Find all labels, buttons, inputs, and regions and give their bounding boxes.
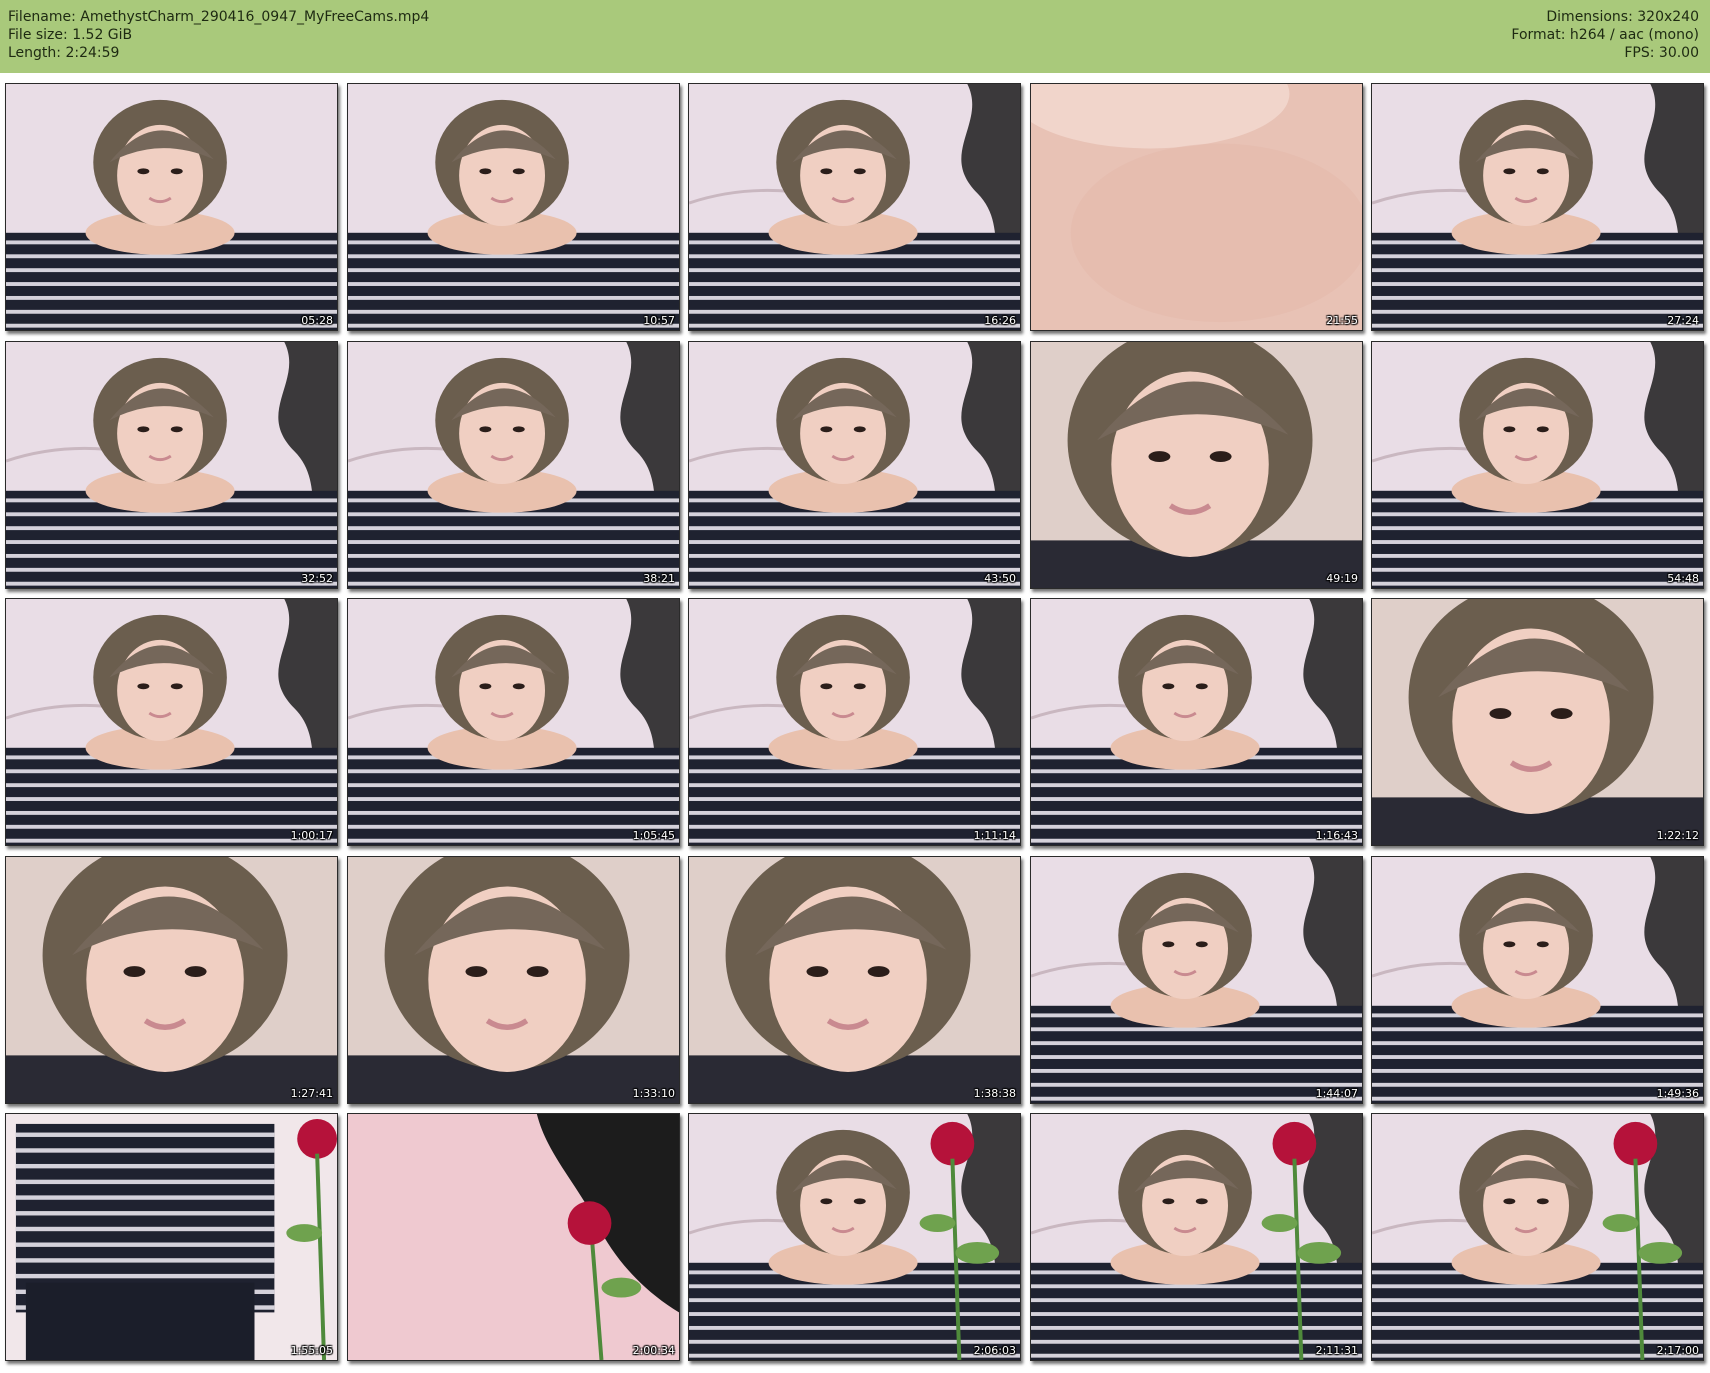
thumbnail-frame-image [1031,1114,1362,1360]
video-thumbnail: 38:21 [347,341,680,589]
dimensions-text: Dimensions: 320x240 [1546,9,1699,25]
video-thumbnail: 21:55 [1030,83,1363,331]
thumbnail-timecode: 2:17:00 [1656,1344,1699,1357]
thumbnail-timecode: 1:55:05 [290,1344,333,1357]
thumbnail-frame-image [348,1114,679,1360]
thumbnail-frame-image [689,1114,1020,1360]
thumbnail-timecode: 21:55 [1326,314,1358,327]
video-thumbnail: 16:26 [688,83,1021,331]
thumbnail-frame-image [1372,857,1703,1103]
thumbnail-frame-image [1372,342,1703,588]
thumbnail-timecode: 2:06:03 [973,1344,1016,1357]
video-thumbnail: 54:48 [1371,341,1704,589]
video-thumbnail: 1:22:12 [1371,598,1704,846]
thumbnail-frame-image [1031,84,1362,330]
video-thumbnail: 2:00:34 [347,1113,680,1361]
thumbnail-frame-image [1031,342,1362,588]
video-thumbnail: 1:38:38 [688,856,1021,1104]
video-thumbnail: 32:52 [5,341,338,589]
thumbnail-frame-image [348,599,679,845]
thumbnail-timecode: 2:11:31 [1315,1344,1358,1357]
thumbnail-timecode: 38:21 [643,572,675,585]
video-thumbnail: 27:24 [1371,83,1704,331]
video-thumbnail: 2:11:31 [1030,1113,1363,1361]
thumbnail-timecode: 1:27:41 [290,1087,333,1100]
thumbnail-timecode: 1:22:12 [1656,829,1699,842]
thumbnail-timecode: 49:19 [1326,572,1358,585]
thumbnail-frame-image [6,84,337,330]
thumbnail-timecode: 1:38:38 [973,1087,1016,1100]
thumbnail-timecode: 27:24 [1667,314,1699,327]
thumbnail-frame-image [689,84,1020,330]
file-info-left: Filename: AmethystCharm_290416_0947_MyFr… [8,8,429,62]
thumbnail-frame-image [689,342,1020,588]
thumbnail-frame-image [1031,857,1362,1103]
thumbnail-frame-image [1372,1114,1703,1360]
video-thumbnail: 1:16:43 [1030,598,1363,846]
format-text: Format: h264 / aac (mono) [1511,27,1699,43]
thumbnail-frame-image [6,342,337,588]
thumbnail-timecode: 54:48 [1667,572,1699,585]
thumbnail-timecode: 1:49:36 [1656,1087,1699,1100]
info-header: Filename: AmethystCharm_290416_0947_MyFr… [0,0,1710,73]
filesize-text: File size: 1.52 GiB [8,27,133,43]
thumbnail-frame-image [1372,599,1703,845]
video-thumbnail: 1:05:45 [347,598,680,846]
thumbnail-frame-image [689,599,1020,845]
video-thumbnail: 49:19 [1030,341,1363,589]
video-thumbnail: 1:33:10 [347,856,680,1104]
thumbnail-timecode: 1:05:45 [632,829,675,842]
thumbnail-timecode: 05:28 [301,314,333,327]
thumbnail-frame-image [348,342,679,588]
thumbnail-timecode: 43:50 [984,572,1016,585]
thumbnail-timecode: 1:33:10 [632,1087,675,1100]
thumbnail-frame-image [1372,84,1703,330]
thumbnail-frame-image [6,857,337,1103]
thumbnail-frame-image [1031,599,1362,845]
thumbnail-timecode: 1:16:43 [1315,829,1358,842]
thumbnail-timecode: 1:11:14 [973,829,1016,842]
thumbnail-frame-image [689,857,1020,1103]
thumbnail-timecode: 2:00:34 [632,1344,675,1357]
video-thumbnail: 2:17:00 [1371,1113,1704,1361]
video-thumbnail: 1:27:41 [5,856,338,1104]
thumbnail-timecode: 1:00:17 [290,829,333,842]
filename-text: Filename: AmethystCharm_290416_0947_MyFr… [8,9,430,25]
fps-text: FPS: 30.00 [1624,45,1699,61]
length-text: Length: 2:24:59 [8,45,120,61]
thumbnail-frame-image [348,857,679,1103]
thumbnail-timecode: 1:44:07 [1315,1087,1358,1100]
video-thumbnail: 1:44:07 [1030,856,1363,1104]
thumbnail-frame-image [348,84,679,330]
video-thumbnail: 1:55:05 [5,1113,338,1361]
thumbnail-timecode: 16:26 [984,314,1016,327]
thumbnail-grid: 05:28 10:57 16:26 21:55 27:24 32:52 38:21 43:50… [5,83,1710,1365]
file-info-right: Dimensions: 320x240 Format: h264 / aac (… [1511,8,1699,62]
video-thumbnail: 43:50 [688,341,1021,589]
video-thumbnail: 1:11:14 [688,598,1021,846]
thumbnail-frame-image [6,1114,337,1360]
video-thumbnail: 05:28 [5,83,338,331]
video-thumbnail: 2:06:03 [688,1113,1021,1361]
thumbnail-frame-image [6,599,337,845]
video-thumbnail: 1:49:36 [1371,856,1704,1104]
video-thumbnail: 1:00:17 [5,598,338,846]
video-thumbnail: 10:57 [347,83,680,331]
thumbnail-timecode: 32:52 [301,572,333,585]
thumbnail-timecode: 10:57 [643,314,675,327]
